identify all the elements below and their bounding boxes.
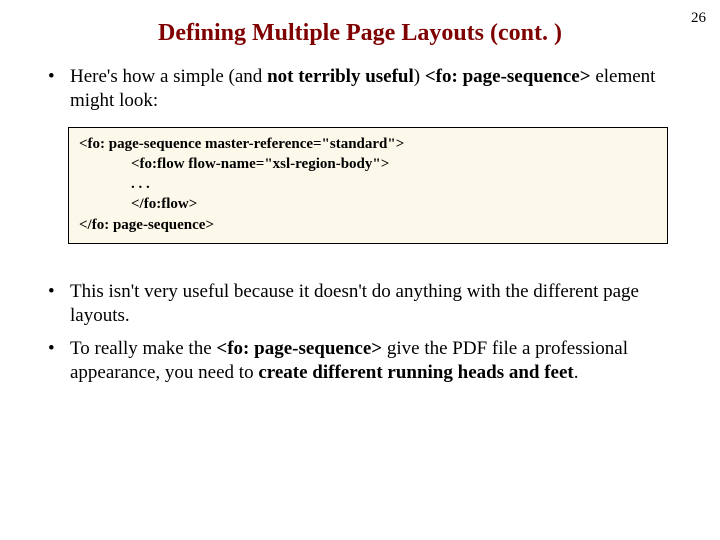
code-line: <fo:flow flow-name="xsl-region-body"> bbox=[79, 154, 657, 174]
bullet-item-2: This isn't very useful because it doesn'… bbox=[40, 280, 680, 328]
text-fragment: To really make the bbox=[70, 338, 216, 359]
text-bold: create different running heads and feet bbox=[258, 362, 573, 383]
bullet-list-bottom: This isn't very useful because it doesn'… bbox=[40, 280, 680, 385]
page-number: 26 bbox=[691, 10, 706, 27]
bullet-list-top: Here's how a simple (and not terribly us… bbox=[40, 65, 680, 113]
text-tag: <fo: page-sequence> bbox=[425, 66, 591, 87]
page-title: Defining Multiple Page Layouts (cont. ) bbox=[0, 0, 720, 65]
code-block: <fo: page-sequence master-reference="sta… bbox=[68, 127, 668, 244]
text-fragment: Here's how a simple (and bbox=[70, 66, 267, 87]
slide-content: Here's how a simple (and not terribly us… bbox=[0, 65, 720, 385]
code-line: . . . bbox=[79, 174, 657, 194]
text-tag: <fo: page-sequence> bbox=[216, 338, 382, 359]
bullet-item-1: Here's how a simple (and not terribly us… bbox=[40, 65, 680, 113]
bullet-item-3: To really make the <fo: page-sequence> g… bbox=[40, 337, 680, 385]
code-line: </fo:flow> bbox=[79, 194, 657, 214]
code-line: <fo: page-sequence master-reference="sta… bbox=[79, 134, 657, 154]
text-fragment: This isn't very useful because it doesn'… bbox=[70, 281, 639, 326]
code-line: </fo: page-sequence> bbox=[79, 215, 657, 235]
text-fragment: . bbox=[574, 362, 579, 383]
text-fragment: ) bbox=[414, 66, 425, 87]
text-bold: not terribly useful bbox=[267, 66, 414, 87]
